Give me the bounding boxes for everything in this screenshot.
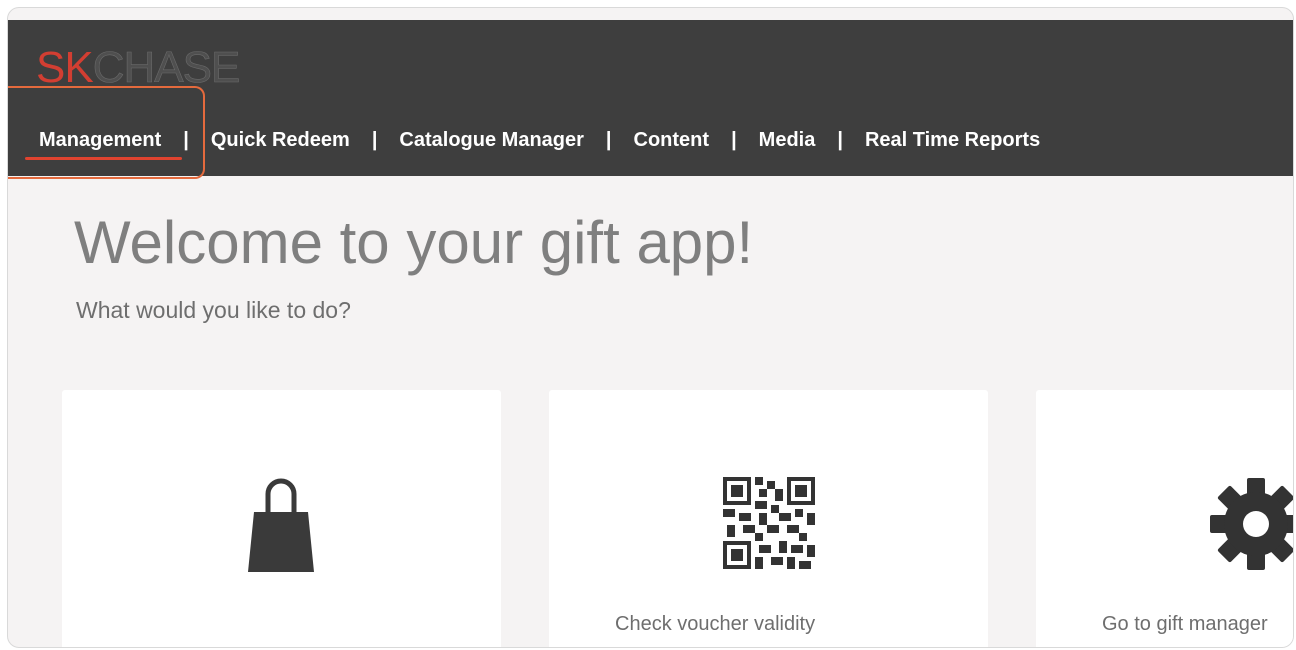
card-check-voucher-label: Check voucher validity [615, 613, 816, 635]
qr-code-icon [723, 477, 815, 569]
nav-item-content[interactable]: Content [634, 129, 710, 152]
nav-separator: | [837, 128, 843, 151]
nav-item-catalogue-manager[interactable]: Catalogue Manager [399, 129, 583, 152]
nav-separator: | [731, 128, 737, 151]
app-window: SKCHASE Management | Quick Redeem | Cata… [7, 7, 1294, 648]
logo-part-chase: CHASE [92, 43, 240, 92]
card-check-voucher[interactable]: Check voucher validity [549, 390, 988, 647]
nav-item-real-time-reports[interactable]: Real Time Reports [865, 129, 1040, 152]
logo: SKCHASE [36, 43, 241, 92]
nav-item-quick-redeem[interactable]: Quick Redeem [211, 129, 350, 152]
page-title: Welcome to your gift app! [74, 209, 754, 276]
shopping-bag-icon [248, 478, 314, 572]
nav-separator: | [605, 128, 612, 151]
focus-highlight-box [8, 86, 205, 179]
nav-item-media[interactable]: Media [759, 129, 816, 152]
logo-part-sk: SK [36, 43, 94, 92]
card-shop[interactable] [62, 390, 501, 647]
card-gift-manager-label: Go to gift manager [1102, 613, 1268, 635]
card-gift-manager[interactable]: Go to gift manager [1036, 390, 1293, 647]
nav-separator: | [371, 128, 378, 151]
page-subtitle: What would you like to do? [76, 297, 351, 323]
gear-icon [1210, 478, 1293, 570]
